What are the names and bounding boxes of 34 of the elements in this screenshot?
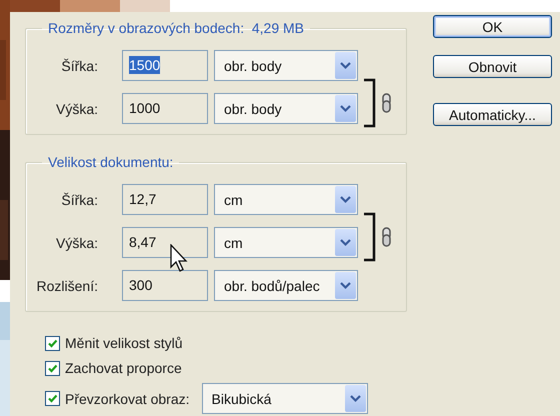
checkbox[interactable] [45, 391, 60, 406]
chevron-down-icon [335, 186, 356, 213]
input-field[interactable]: 1500 [122, 50, 208, 81]
checkbox-label: Převzorkovat obraz: [65, 390, 190, 406]
checkbox[interactable] [45, 336, 60, 350]
dropdown[interactable]: obr. body [214, 50, 358, 81]
input-field[interactable]: 300 [122, 270, 208, 301]
chevron-down-icon [335, 272, 356, 299]
dialog-button[interactable]: Automaticky... [433, 103, 552, 126]
dialog-button[interactable]: OK [433, 15, 552, 38]
dropdown[interactable]: cm [214, 184, 358, 215]
group-title: Velikost dokumentu: [47, 154, 174, 171]
dialog-button[interactable]: Obnovit [433, 55, 552, 78]
checkbox-label: Měnit velikost stylů [65, 335, 182, 351]
dropdown[interactable]: cm [214, 227, 358, 258]
dropdown[interactable]: Bikubická [202, 383, 368, 414]
chevron-down-icon [335, 95, 356, 122]
dropdown[interactable]: obr. body [214, 93, 358, 124]
field-label: Rozlišení: [36, 278, 99, 294]
checkbox-label: Zachovat proporce [65, 360, 182, 376]
checkbox[interactable] [45, 360, 60, 376]
chevron-down-icon [335, 52, 356, 79]
dropdown[interactable]: obr. bodů/palec [214, 270, 358, 301]
field-label: Výška: [54, 234, 99, 250]
input-field[interactable]: 12,7 [122, 184, 208, 215]
field-label: Šířka: [60, 192, 99, 208]
input-field[interactable]: 1000 [122, 93, 208, 124]
chevron-down-icon [335, 229, 356, 256]
field-label: Výška: [54, 100, 99, 116]
group-title: Rozměry v obrazových bodech: 4,29 MB [47, 20, 306, 37]
input-field[interactable]: 8,47 [122, 227, 208, 258]
chevron-down-icon [344, 385, 366, 412]
field-label: Šířka: [60, 58, 99, 74]
mouse-cursor-icon [170, 244, 190, 274]
